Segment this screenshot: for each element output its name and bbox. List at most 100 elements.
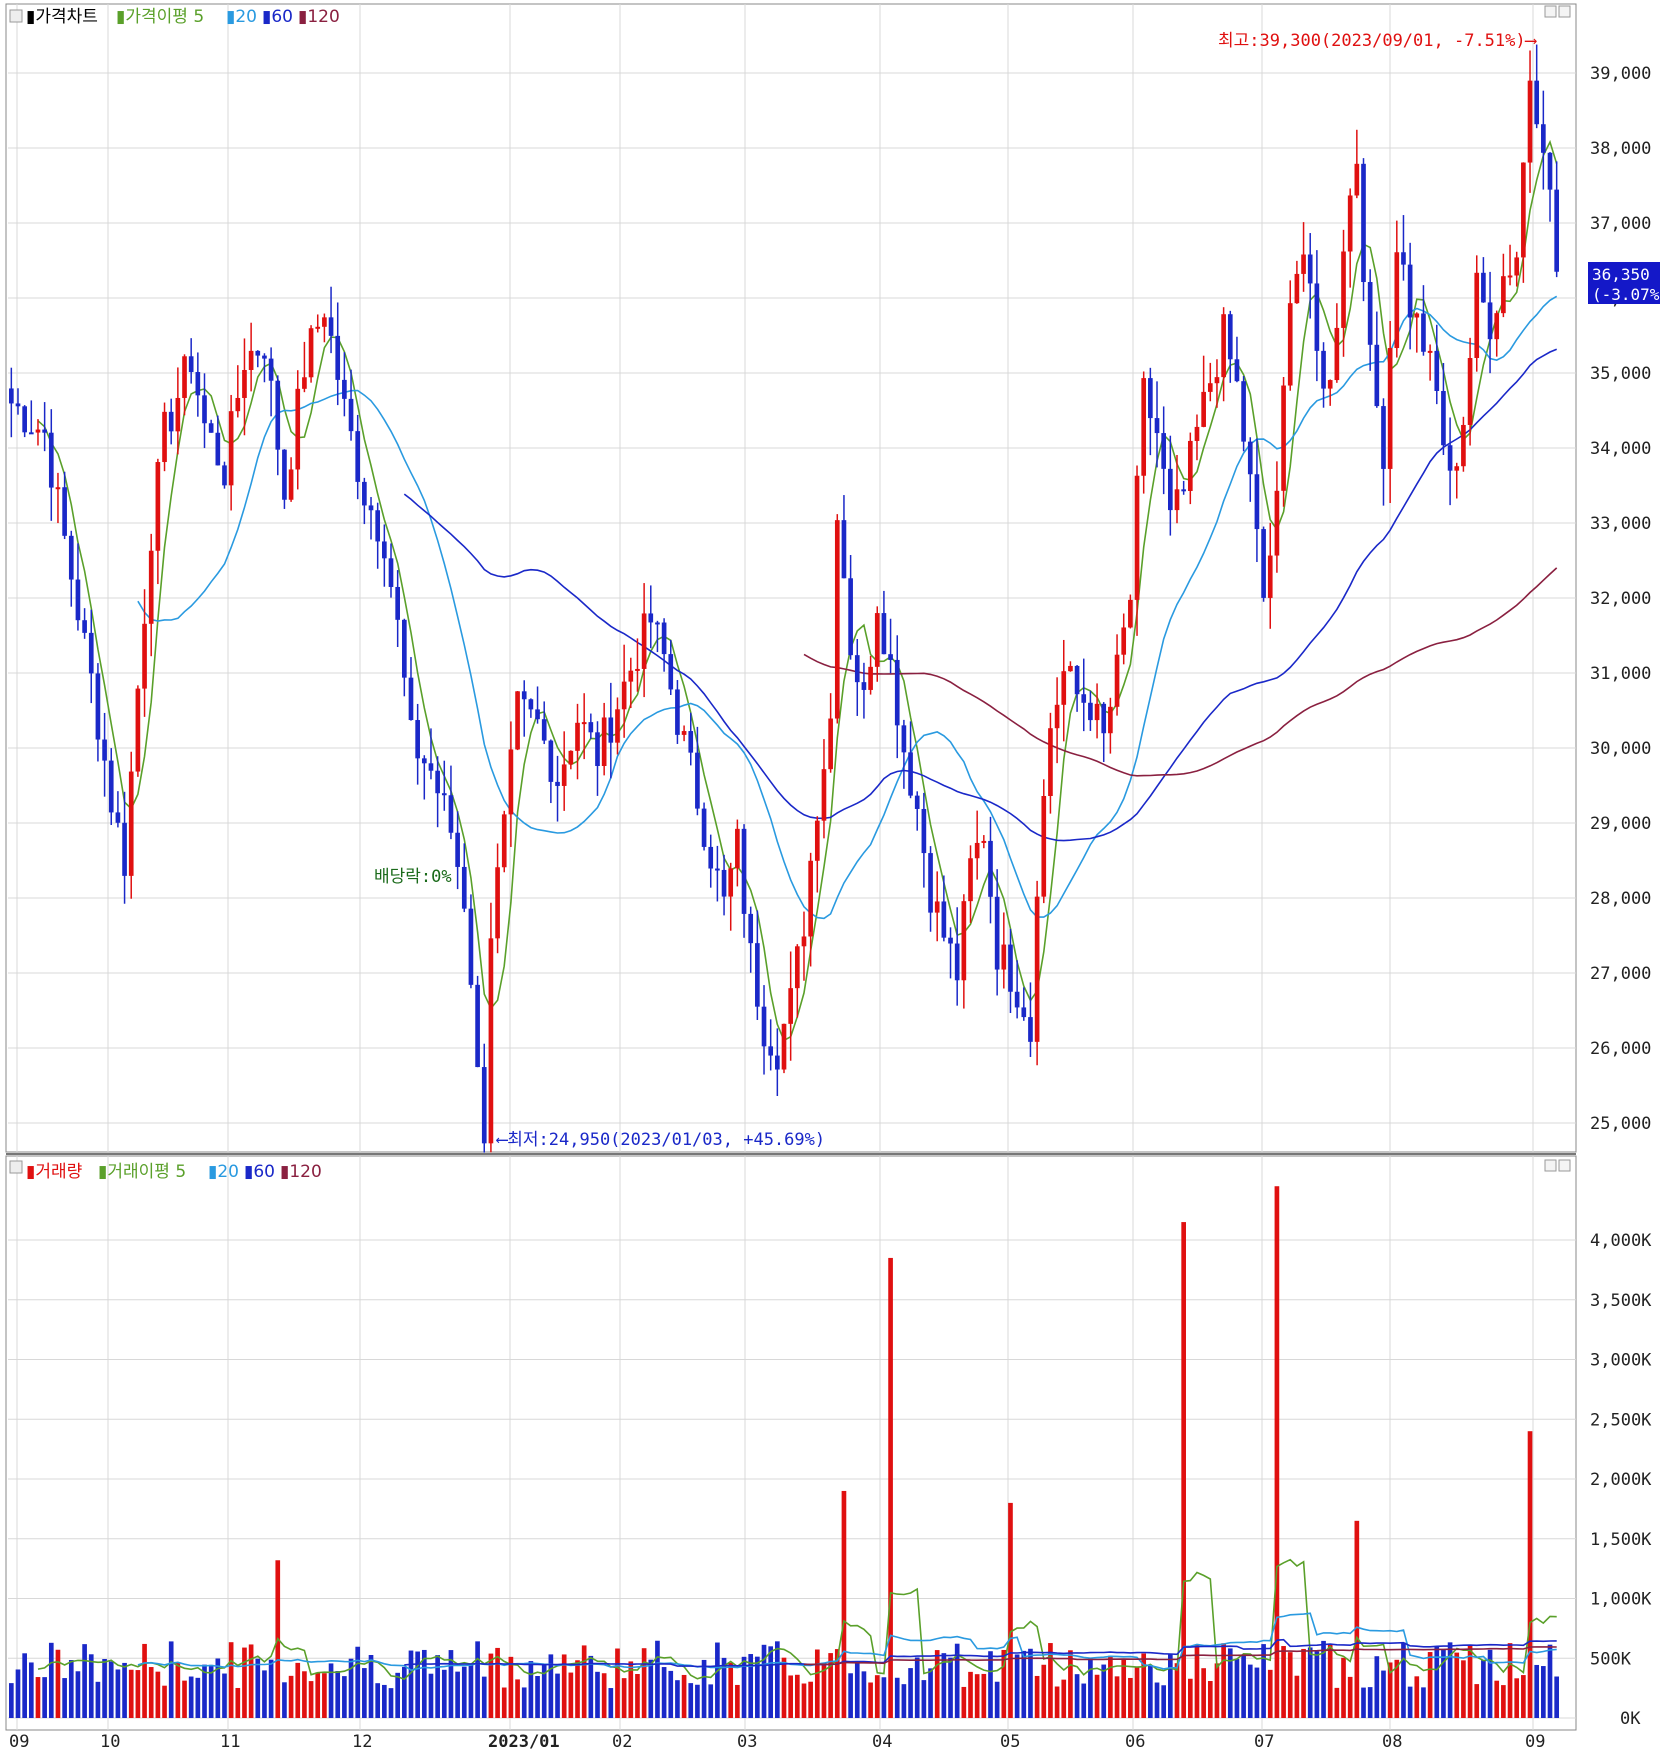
candle-body[interactable]: [435, 770, 440, 794]
volume-bar[interactable]: [601, 1673, 607, 1718]
candle-body[interactable]: [721, 869, 727, 897]
candle-body[interactable]: [1128, 599, 1133, 628]
candle-body[interactable]: [228, 411, 234, 486]
volume-bar[interactable]: [242, 1647, 247, 1718]
volume-bar[interactable]: [874, 1675, 880, 1718]
volume-bar[interactable]: [701, 1659, 707, 1718]
candle-body[interactable]: [555, 781, 560, 786]
candle-body[interactable]: [1401, 252, 1406, 265]
candle-body[interactable]: [701, 808, 707, 847]
volume-bar[interactable]: [974, 1674, 980, 1718]
candle-body[interactable]: [108, 760, 114, 813]
candle-body[interactable]: [295, 388, 301, 470]
volume-bar[interactable]: [1021, 1650, 1027, 1718]
candle-body[interactable]: [788, 988, 793, 1024]
volume-bar[interactable]: [1041, 1664, 1047, 1718]
candle-body[interactable]: [42, 429, 47, 433]
candle-body[interactable]: [448, 795, 454, 833]
candle-body[interactable]: [1427, 350, 1433, 353]
volume-bar[interactable]: [595, 1671, 600, 1718]
candle-body[interactable]: [1021, 1007, 1027, 1018]
volume-bar[interactable]: [735, 1684, 740, 1718]
volume-bar[interactable]: [1034, 1675, 1040, 1718]
candle-body[interactable]: [28, 432, 34, 435]
volume-bar[interactable]: [1461, 1660, 1466, 1718]
candle-body[interactable]: [1301, 254, 1306, 274]
volume-bar[interactable]: [8, 1683, 14, 1718]
volume-bar[interactable]: [1267, 1669, 1273, 1718]
volume-bar[interactable]: [1381, 1670, 1386, 1718]
volume-bar[interactable]: [55, 1649, 61, 1718]
candle-body[interactable]: [1187, 440, 1193, 491]
volume-bar[interactable]: [648, 1659, 654, 1718]
volume-bar[interactable]: [921, 1680, 927, 1718]
candle-body[interactable]: [914, 795, 920, 809]
volume-bar[interactable]: [668, 1670, 674, 1718]
volume-bar[interactable]: [1307, 1647, 1313, 1718]
volume-bar[interactable]: [1094, 1674, 1100, 1718]
candle-body[interactable]: [1341, 251, 1346, 328]
candle-body[interactable]: [102, 739, 107, 761]
volume-bar[interactable]: [1301, 1648, 1306, 1718]
candle-body[interactable]: [1234, 359, 1240, 382]
volume-bar[interactable]: [455, 1671, 460, 1718]
volume-bar[interactable]: [368, 1654, 374, 1718]
candle-body[interactable]: [1121, 627, 1127, 655]
volume-bar[interactable]: [1014, 1654, 1020, 1718]
candle-body[interactable]: [122, 822, 127, 876]
volume-bar[interactable]: [655, 1640, 660, 1718]
volume-bar[interactable]: [95, 1681, 101, 1718]
volume-bar[interactable]: [1254, 1667, 1260, 1718]
candle-body[interactable]: [1454, 466, 1460, 471]
candle-body[interactable]: [355, 431, 361, 482]
volume-bar[interactable]: [248, 1644, 254, 1718]
candle-body[interactable]: [1261, 529, 1266, 598]
candle-body[interactable]: [342, 379, 347, 399]
volume-close-icon[interactable]: [1558, 1159, 1571, 1172]
candle-body[interactable]: [1094, 703, 1100, 721]
candle-body[interactable]: [1494, 313, 1500, 340]
volume-bar[interactable]: [828, 1653, 833, 1718]
volume-bar[interactable]: [1214, 1663, 1220, 1718]
volume-bar[interactable]: [1414, 1676, 1420, 1718]
volume-bar[interactable]: [981, 1673, 987, 1718]
legend-price-ma[interactable]: ▮가격이평 5: [116, 7, 204, 27]
candle-body[interactable]: [1507, 275, 1513, 278]
legend-volume-ma60[interactable]: ▮60: [244, 1162, 275, 1182]
volume-bar[interactable]: [48, 1642, 54, 1718]
volume-minimize-icon[interactable]: [1544, 1159, 1557, 1172]
volume-bar[interactable]: [362, 1668, 367, 1718]
candle-body[interactable]: [1421, 313, 1426, 352]
volume-bar[interactable]: [588, 1655, 594, 1718]
candle-body[interactable]: [382, 541, 387, 559]
volume-bar[interactable]: [688, 1683, 694, 1718]
volume-bar[interactable]: [262, 1670, 267, 1718]
volume-bar[interactable]: [1207, 1681, 1213, 1718]
candle-body[interactable]: [641, 613, 647, 669]
candle-body[interactable]: [1227, 314, 1233, 360]
volume-bar[interactable]: [521, 1687, 527, 1718]
volume-bar[interactable]: [195, 1677, 201, 1718]
volume-bar[interactable]: [1074, 1674, 1080, 1718]
volume-bar[interactable]: [1101, 1664, 1107, 1718]
volume-bar[interactable]: [388, 1688, 394, 1718]
volume-bar[interactable]: [761, 1644, 767, 1718]
volume-bar[interactable]: [1541, 1666, 1546, 1718]
volume-bar[interactable]: [808, 1681, 813, 1718]
candle-body[interactable]: [628, 670, 634, 682]
candle-body[interactable]: [608, 717, 614, 743]
candle-body[interactable]: [1267, 555, 1273, 598]
candle-body[interactable]: [988, 840, 993, 897]
volume-bar[interactable]: [1421, 1687, 1426, 1718]
candle-body[interactable]: [1374, 344, 1380, 407]
candle-body[interactable]: [488, 938, 494, 1144]
candle-body[interactable]: [968, 858, 973, 902]
volume-bar[interactable]: [28, 1662, 34, 1718]
candle-body[interactable]: [1414, 313, 1420, 318]
candle-body[interactable]: [62, 487, 67, 536]
candle-body[interactable]: [135, 688, 141, 772]
volume-bar[interactable]: [1114, 1676, 1120, 1718]
candle-body[interactable]: [1201, 391, 1206, 427]
volume-bar[interactable]: [615, 1648, 620, 1718]
candle-body[interactable]: [315, 326, 321, 329]
